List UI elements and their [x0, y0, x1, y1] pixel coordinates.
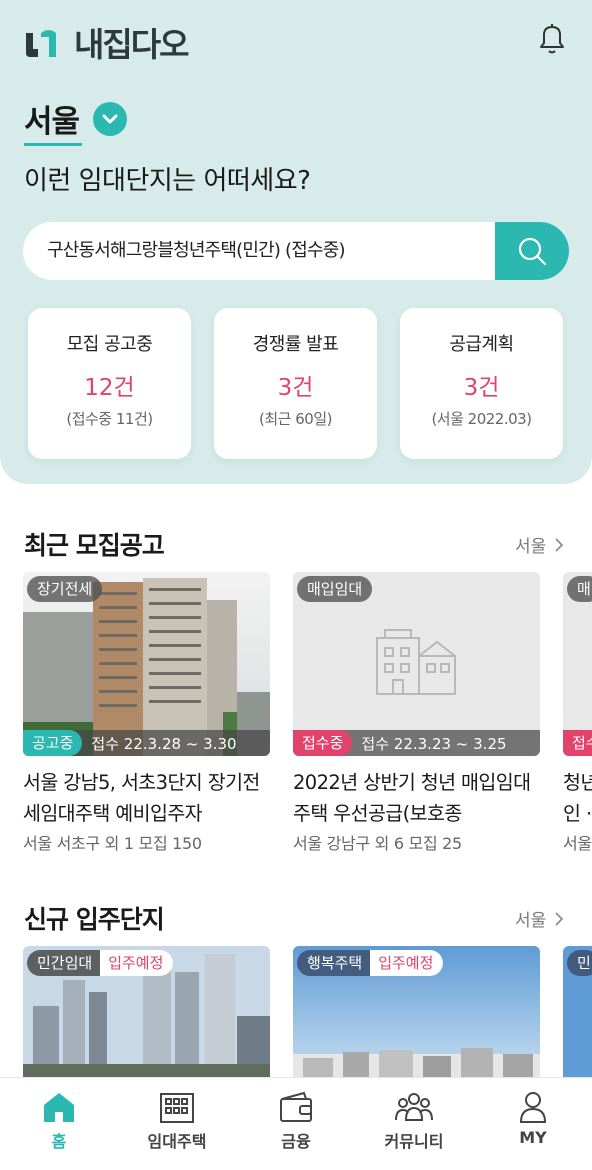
- type-tag: 매입임대: [297, 576, 373, 602]
- stat-sub: (최근 60일): [259, 410, 332, 428]
- chevron-right-icon: [555, 911, 564, 926]
- complex-image: 민간임대 입주예정: [23, 946, 270, 1077]
- type-tag-pair: 민: [567, 950, 592, 976]
- complex-card[interactable]: 행복주택 입주예정: [293, 946, 540, 1077]
- tab-home[interactable]: 홈: [0, 1078, 118, 1170]
- status-chip: 접수중: [293, 730, 353, 756]
- tab-label: MY: [519, 1128, 547, 1147]
- tab-community[interactable]: 커뮤니티: [355, 1078, 473, 1170]
- more-label: 서울: [515, 911, 547, 931]
- notice-image-placeholder: 매입임대 접수중 접수 22.3.23 ~ 3.25: [293, 572, 540, 756]
- tab-label: 커뮤니티: [384, 1132, 444, 1151]
- new-more-link[interactable]: 서울: [515, 906, 564, 931]
- type-tag-pair: 민간임대 입주예정: [27, 950, 174, 976]
- stat-card-competition[interactable]: 경쟁률 발표 3건 (최근 60일): [214, 308, 377, 459]
- status-chip: 접수: [563, 730, 592, 756]
- type-tag: 장기전세: [27, 576, 103, 602]
- recent-more-link[interactable]: 서울: [515, 532, 564, 557]
- more-label: 서울: [515, 537, 547, 557]
- type-tag-pair: 행복주택 입주예정: [297, 950, 444, 976]
- chevron-down-icon[interactable]: [93, 101, 128, 136]
- notice-title: 2022년 상반기 청년 매입임대주택 우선공급(보호종: [293, 771, 531, 825]
- tab-label: 임대주택: [147, 1132, 207, 1151]
- home-icon: [44, 1093, 74, 1122]
- type-tag: 매: [567, 576, 592, 602]
- notice-image-placeholder: 매 접수: [563, 572, 592, 756]
- logo-text: 내집다오: [74, 25, 189, 64]
- notice-meta: 서울 서초구 외 1 모집 150: [23, 834, 202, 853]
- stat-value: 12건: [84, 375, 135, 401]
- stat-value: 3건: [277, 375, 314, 401]
- complex-image: 행복주택 입주예정: [293, 946, 540, 1077]
- tab-label: 홈: [51, 1132, 67, 1151]
- complex-card[interactable]: 민: [563, 946, 592, 1077]
- status-bar: 접수중 접수 22.3.23 ~ 3.25: [293, 730, 540, 756]
- complex-card[interactable]: 민간임대 입주예정: [23, 946, 270, 1077]
- notice-title: 서울 강남5, 서초3단지 장기전세임대주택 예비입주자: [23, 771, 260, 825]
- tab-finance[interactable]: 금융: [237, 1078, 355, 1170]
- notice-meta: 서울: [563, 834, 592, 853]
- wallet-icon: [280, 1091, 312, 1122]
- tab-rental-housing[interactable]: 임대주택: [118, 1078, 236, 1170]
- logo-icon: [26, 30, 56, 57]
- period-text: 접수 22.3.23 ~ 3.25: [361, 734, 507, 753]
- search-button[interactable]: [495, 222, 569, 280]
- type-tag: 민: [567, 950, 592, 976]
- status-tag: 입주예정: [100, 950, 174, 976]
- stat-title: 공급계획: [449, 334, 514, 355]
- region-underline: [24, 143, 82, 146]
- notice-meta: 서울 강남구 외 6 모집 25: [293, 834, 462, 853]
- type-tag: 민간임대: [27, 950, 101, 976]
- question-heading: 이런 임대단지는 어떠세요?: [24, 166, 311, 196]
- stat-value: 3건: [463, 375, 500, 401]
- tab-my[interactable]: MY: [474, 1078, 592, 1170]
- status-tag: 입주예정: [370, 950, 444, 976]
- type-tag: 행복주택: [297, 950, 371, 976]
- stat-sub: (서울 2022.03): [431, 410, 532, 428]
- notice-title: 청년 인 ·: [563, 771, 592, 825]
- stat-title: 경쟁률 발표: [252, 334, 339, 355]
- section-title-new: 신규 입주단지: [24, 905, 165, 934]
- chevron-right-icon: [555, 537, 564, 552]
- stat-card-supply-plan[interactable]: 공급계획 3건 (서울 2022.03): [400, 308, 563, 459]
- notice-image: 장기전세 공고중 접수 22.3.28 ~ 3.30: [23, 572, 270, 756]
- stat-sub: (접수중 11건): [66, 410, 153, 428]
- region-label: 서울: [24, 104, 80, 140]
- people-icon: [395, 1093, 433, 1121]
- app-logo[interactable]: 내집다오: [22, 20, 189, 64]
- tab-label: 금융: [281, 1132, 311, 1151]
- search-bar[interactable]: 구산동서해그랑블청년주택(민간) (접수중): [23, 222, 569, 280]
- status-chip: 공고중: [23, 730, 83, 756]
- bell-icon[interactable]: [533, 20, 571, 58]
- region-selector[interactable]: 서울: [24, 96, 128, 141]
- search-input[interactable]: 구산동서해그랑블청년주택(민간) (접수중): [47, 222, 346, 280]
- status-bar: 접수: [563, 730, 592, 756]
- stat-title: 모집 공고중: [66, 334, 153, 355]
- bottom-tab-bar: 홈 임대주택 금융 커뮤니티 MY: [0, 1077, 592, 1170]
- person-icon: [519, 1092, 547, 1123]
- complex-image: 민: [563, 946, 592, 1077]
- stat-card-recruiting[interactable]: 모집 공고중 12건 (접수중 11건): [28, 308, 191, 459]
- notice-card[interactable]: 매 접수 청년 인 · 서울: [563, 572, 592, 862]
- section-title-recent: 최근 모집공고: [24, 531, 165, 560]
- status-bar: 공고중 접수 22.3.28 ~ 3.30: [23, 730, 270, 756]
- search-icon: [518, 237, 547, 266]
- period-text: 접수 22.3.28 ~ 3.30: [91, 734, 237, 753]
- building-icon: [160, 1093, 194, 1123]
